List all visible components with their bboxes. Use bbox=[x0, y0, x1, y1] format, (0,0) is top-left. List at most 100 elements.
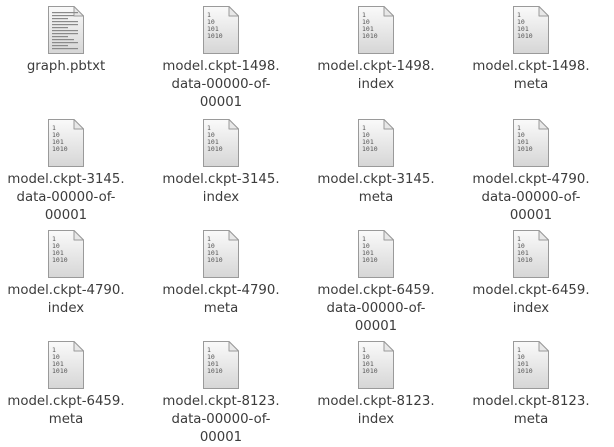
file-name-line: model.ckpt-6459. bbox=[7, 394, 125, 409]
file-name-label: model.ckpt-3145. data-00000-of- 00001 bbox=[0, 171, 141, 225]
file-name-label: model.ckpt-4790. meta bbox=[146, 282, 296, 318]
file-item[interactable]: 1 10 101 1010 model.ckpt-4790. index bbox=[0, 229, 141, 318]
svg-text:1010: 1010 bbox=[362, 145, 378, 153]
file-name-line: index bbox=[357, 77, 395, 92]
file-name-line: meta bbox=[203, 301, 239, 316]
file-name-line: 00001 bbox=[509, 208, 553, 223]
svg-text:1010: 1010 bbox=[52, 145, 68, 153]
file-item[interactable]: 1 10 101 1010 model.ckpt-6459. data-00000-of-… bbox=[301, 229, 451, 336]
file-item[interactable]: 1 10 101 1010 model.ckpt-6459. index bbox=[456, 229, 606, 318]
file-name-label: model.ckpt-1498. data-00000-of- 00001 bbox=[146, 58, 296, 112]
file-name-label: model.ckpt-8123. meta bbox=[456, 393, 606, 429]
file-grid: graph.pbtxt 1 10 101 1010 model.ckpt-1498. dat… bbox=[0, 0, 614, 445]
file-name-line: model.ckpt-4790. bbox=[7, 283, 125, 298]
file-name-line: index bbox=[202, 190, 240, 205]
file-name-line: meta bbox=[358, 190, 394, 205]
file-name-label: model.ckpt-3145. meta bbox=[301, 171, 451, 207]
binary-file-icon: 1101011010 bbox=[203, 230, 239, 278]
file-item[interactable]: 1 10 101 1010 model.ckpt-1498. index bbox=[301, 5, 451, 94]
file-name-label: model.ckpt-8123. data-00000-of- 00001 bbox=[146, 393, 296, 447]
file-name-line: model.ckpt-3145. bbox=[317, 172, 435, 187]
binary-file-icon: 1101011010 bbox=[513, 6, 549, 54]
file-item[interactable]: 1 10 101 1010 model.ckpt-6459. meta bbox=[0, 340, 141, 429]
binary-file-icon: 1101011010 bbox=[48, 230, 84, 278]
file-name-line: model.ckpt-8123. bbox=[162, 394, 280, 409]
file-name-line: meta bbox=[48, 412, 84, 427]
svg-text:1010: 1010 bbox=[52, 367, 68, 375]
file-item[interactable]: 1 10 101 1010 model.ckpt-8123. meta bbox=[456, 340, 606, 429]
binary-file-icon: 1101011010 bbox=[48, 341, 84, 389]
file-item[interactable]: 1 10 101 1010 model.ckpt-3145. data-00000-of-… bbox=[0, 118, 141, 225]
svg-text:1010: 1010 bbox=[207, 145, 223, 153]
file-name-line: graph.pbtxt bbox=[26, 59, 106, 74]
file-item[interactable]: 1 10 101 1010 model.ckpt-8123. data-00000-of-… bbox=[146, 340, 296, 447]
file-name-line: model.ckpt-4790. bbox=[162, 283, 280, 298]
svg-text:1010: 1010 bbox=[517, 145, 533, 153]
file-item[interactable]: 1 10 101 1010 model.ckpt-4790. data-00000-of-… bbox=[456, 118, 606, 225]
file-item[interactable]: 1 10 101 1010 model.ckpt-3145. meta bbox=[301, 118, 451, 207]
file-name-label: model.ckpt-1498. meta bbox=[456, 58, 606, 94]
file-name-line: data-00000-of- bbox=[481, 190, 581, 205]
binary-file-icon: 1101011010 bbox=[513, 341, 549, 389]
text-file-icon bbox=[48, 6, 84, 54]
binary-file-icon: 1101011010 bbox=[48, 119, 84, 167]
binary-file-icon: 1101011010 bbox=[203, 6, 239, 54]
svg-text:1010: 1010 bbox=[517, 32, 533, 40]
file-name-line: model.ckpt-3145. bbox=[7, 172, 125, 187]
svg-text:1010: 1010 bbox=[517, 256, 533, 264]
file-name-line: meta bbox=[513, 412, 549, 427]
binary-file-icon: 1101011010 bbox=[513, 119, 549, 167]
binary-file-icon: 1101011010 bbox=[358, 6, 394, 54]
svg-text:1010: 1010 bbox=[207, 367, 223, 375]
file-name-label: model.ckpt-6459. index bbox=[456, 282, 606, 318]
file-name-line: model.ckpt-8123. bbox=[472, 394, 590, 409]
binary-file-icon: 1101011010 bbox=[203, 119, 239, 167]
file-item[interactable]: 1 10 101 1010 model.ckpt-1498. data-00000-of-… bbox=[146, 5, 296, 112]
file-name-line: model.ckpt-1498. bbox=[162, 59, 280, 74]
file-name-label: model.ckpt-4790. data-00000-of- 00001 bbox=[456, 171, 606, 225]
binary-file-icon: 1101011010 bbox=[203, 341, 239, 389]
file-name-line: 00001 bbox=[199, 95, 243, 110]
binary-file-icon: 1101011010 bbox=[358, 119, 394, 167]
file-name-line: index bbox=[47, 301, 85, 316]
file-item[interactable]: 1 10 101 1010 model.ckpt-3145. index bbox=[146, 118, 296, 207]
file-name-line: model.ckpt-1498. bbox=[472, 59, 590, 74]
file-name-line: data-00000-of- bbox=[326, 301, 426, 316]
file-name-line: meta bbox=[513, 77, 549, 92]
file-name-label: model.ckpt-6459. meta bbox=[0, 393, 141, 429]
svg-text:1010: 1010 bbox=[517, 367, 533, 375]
file-name-label: model.ckpt-3145. index bbox=[146, 171, 296, 207]
svg-text:1010: 1010 bbox=[362, 367, 378, 375]
file-name-line: model.ckpt-4790. bbox=[472, 172, 590, 187]
file-name-label: model.ckpt-8123. index bbox=[301, 393, 451, 429]
file-name-line: model.ckpt-1498. bbox=[317, 59, 435, 74]
file-name-line: data-00000-of- bbox=[16, 190, 116, 205]
svg-text:1010: 1010 bbox=[362, 32, 378, 40]
file-name-line: 00001 bbox=[199, 430, 243, 445]
file-name-label: model.ckpt-6459. data-00000-of- 00001 bbox=[301, 282, 451, 336]
binary-file-icon: 1101011010 bbox=[358, 341, 394, 389]
file-name-line: model.ckpt-6459. bbox=[472, 283, 590, 298]
binary-file-icon: 1101011010 bbox=[358, 230, 394, 278]
file-name-line: data-00000-of- bbox=[171, 412, 271, 427]
svg-text:1010: 1010 bbox=[207, 32, 223, 40]
file-name-line: 00001 bbox=[354, 319, 398, 334]
file-item[interactable]: 1 10 101 1010 model.ckpt-1498. meta bbox=[456, 5, 606, 94]
svg-text:1010: 1010 bbox=[362, 256, 378, 264]
file-item[interactable]: graph.pbtxt bbox=[0, 5, 141, 76]
file-name-label: graph.pbtxt bbox=[0, 58, 141, 76]
file-name-line: model.ckpt-6459. bbox=[317, 283, 435, 298]
file-name-label: model.ckpt-1498. index bbox=[301, 58, 451, 94]
svg-text:1010: 1010 bbox=[207, 256, 223, 264]
svg-text:1010: 1010 bbox=[52, 256, 68, 264]
file-name-line: index bbox=[357, 412, 395, 427]
file-name-line: 00001 bbox=[44, 208, 88, 223]
file-name-label: model.ckpt-4790. index bbox=[0, 282, 141, 318]
file-name-line: model.ckpt-8123. bbox=[317, 394, 435, 409]
binary-file-icon: 1101011010 bbox=[513, 230, 549, 278]
file-name-line: data-00000-of- bbox=[171, 77, 271, 92]
file-name-line: index bbox=[512, 301, 550, 316]
file-name-line: model.ckpt-3145. bbox=[162, 172, 280, 187]
file-item[interactable]: 1 10 101 1010 model.ckpt-4790. meta bbox=[146, 229, 296, 318]
file-item[interactable]: 1 10 101 1010 model.ckpt-8123. index bbox=[301, 340, 451, 429]
